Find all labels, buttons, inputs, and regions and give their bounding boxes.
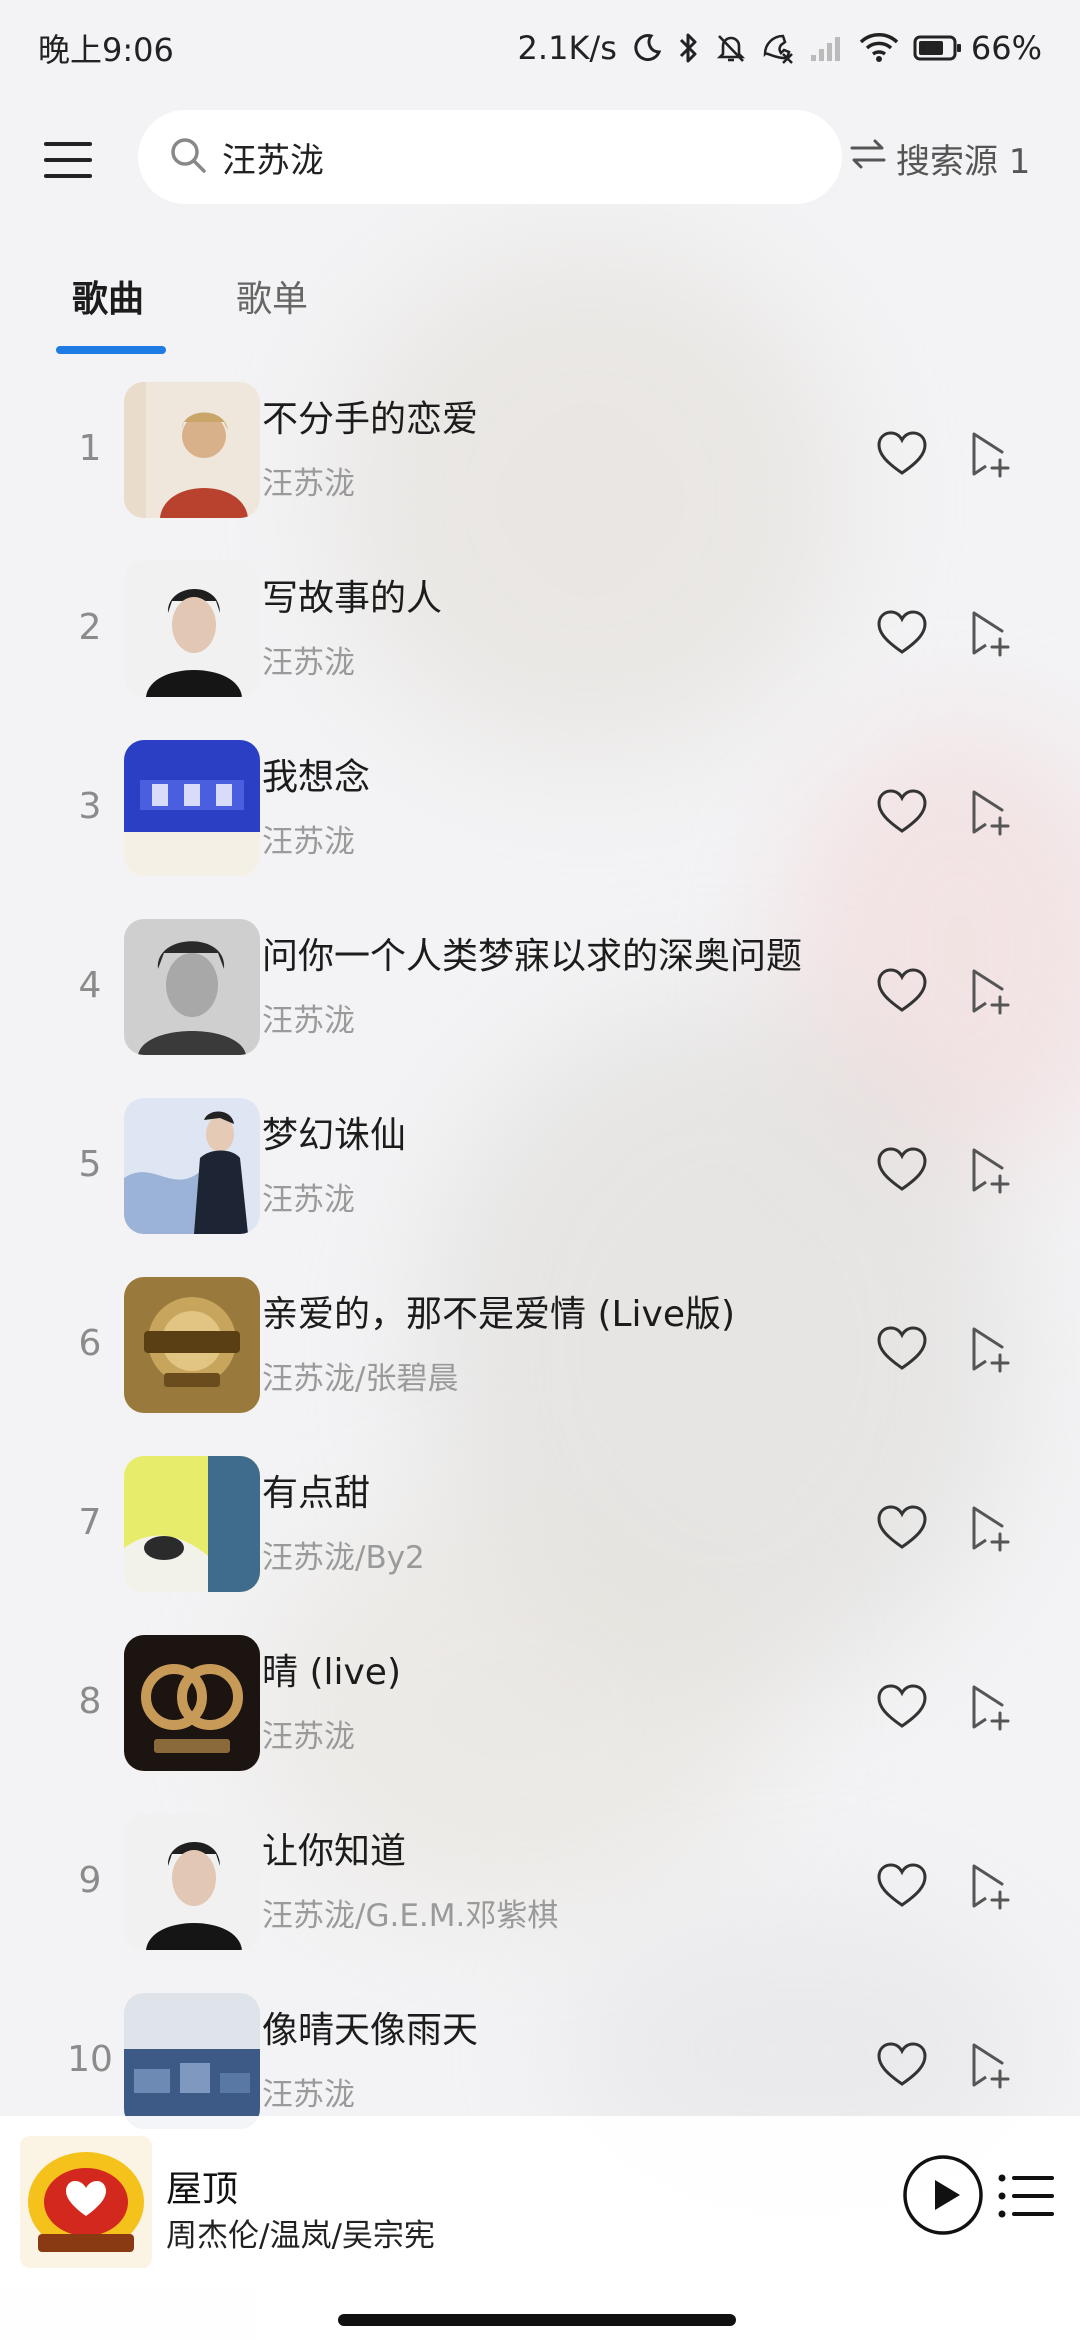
album-cover[interactable] [124,1277,260,1413]
search-header: 汪苏泷 搜索源 1 [0,96,1080,220]
heart-icon[interactable] [874,605,930,661]
add-to-playlist-icon[interactable] [962,1321,1018,1377]
menu-icon [44,142,92,146]
add-to-playlist-icon[interactable] [962,784,1018,840]
heart-icon[interactable] [874,1500,930,1556]
status-time: 晚上9:06 [38,31,174,69]
add-to-playlist-icon[interactable] [962,1500,1018,1556]
song-title: 写故事的人 [262,578,443,619]
add-to-playlist-icon[interactable] [962,1679,1018,1735]
song-title: 我想念 [262,757,371,798]
song-title: 让你知道 [262,1831,407,1872]
album-cover[interactable] [124,382,260,518]
song-title: 晴 (live) [262,1652,401,1693]
heart-icon[interactable] [874,1321,930,1377]
song-row[interactable]: 3 我想念 汪苏泷 [0,728,1080,907]
active-tab-indicator [56,346,166,354]
add-to-playlist-icon[interactable] [962,963,1018,1019]
search-query[interactable]: 汪苏泷 [222,133,324,182]
now-playing-artist: 周杰伦/温岚/吴宗宪 [166,2218,435,2254]
song-artist: 汪苏泷 [262,2077,355,2113]
song-row[interactable]: 7 有点甜 汪苏泷/By2 [0,1444,1080,1623]
heart-icon[interactable] [874,1858,930,1914]
song-row[interactable]: 9 让你知道 汪苏泷/G.E.M.邓紫棋 [0,1802,1080,1981]
result-tabs: 歌曲 歌单 [0,250,1080,360]
bluetooth-icon [677,31,701,65]
album-cover[interactable] [124,1456,260,1592]
song-artist: 汪苏泷 [262,1003,355,1039]
now-playing-cover[interactable] [20,2136,152,2268]
heart-icon[interactable] [874,1142,930,1198]
status-icons: 2.1K/s 66% [518,29,1042,67]
heart-icon[interactable] [874,1679,930,1735]
swap-icon [848,137,888,180]
song-row[interactable]: 1 不分手的恋爱 汪苏泷 [0,370,1080,549]
search-input[interactable]: 汪苏泷 [138,110,842,204]
song-title: 不分手的恋爱 [262,399,479,440]
home-indicator[interactable] [338,2314,736,2326]
song-title: 亲爱的，那不是爱情 (Live版) [262,1294,736,1335]
album-cover[interactable] [124,1993,260,2129]
status-bar: 晚上9:06 2.1K/s 66% [0,0,1080,96]
search-source-button[interactable]: 搜索源 1 [848,126,1030,190]
battery-percent: 66% [970,29,1042,67]
song-artist: 汪苏泷 [262,1182,355,1218]
add-to-playlist-icon[interactable] [962,1858,1018,1914]
song-artist: 汪苏泷 [262,645,355,681]
search-source-label: 搜索源 1 [896,141,1031,182]
mini-player[interactable]: 屋顶 周杰伦/温岚/吴宗宪 [0,2116,1080,2340]
song-row[interactable]: 8 晴 (live) 汪苏泷 [0,1623,1080,1802]
battery-indicator: 66% [913,29,1042,67]
wifi-icon [859,32,899,64]
tab-playlists[interactable]: 歌单 [236,270,308,322]
song-artist: 汪苏泷/By2 [262,1540,425,1576]
battery-icon [913,34,963,62]
album-cover[interactable] [124,740,260,876]
heart-icon[interactable] [874,426,930,482]
song-title: 有点甜 [262,1473,371,1514]
song-title: 像晴天像雨天 [262,2010,479,2051]
heart-icon[interactable] [874,2037,930,2093]
bell-muted-icon [715,32,747,64]
tab-songs[interactable]: 歌曲 [72,270,144,322]
add-to-playlist-icon[interactable] [962,605,1018,661]
call-blocked-icon [761,32,795,64]
net-speed: 2.1K/s [517,29,617,67]
heart-icon[interactable] [874,963,930,1019]
song-artist: 汪苏泷/张碧晨 [262,1361,459,1397]
moon-icon [631,32,663,64]
song-row[interactable]: 5 梦幻诛仙 汪苏泷 [0,1086,1080,1265]
search-icon [168,135,208,179]
now-playing-title: 屋顶 [166,2169,239,2210]
album-cover[interactable] [124,919,260,1055]
song-row[interactable]: 6 亲爱的，那不是爱情 (Live版) 汪苏泷/张碧晨 [0,1265,1080,1444]
song-title: 问你一个人类梦寐以求的深奥问题 [262,936,803,977]
heart-icon[interactable] [874,784,930,840]
song-list: 1 不分手的恋爱 汪苏泷 2 写故事的人 汪苏泷 3 我想念 汪苏泷 4 问你一… [0,370,1080,2160]
song-row[interactable]: 2 写故事的人 汪苏泷 [0,549,1080,728]
song-artist: 汪苏泷 [262,1719,355,1755]
add-to-playlist-icon[interactable] [962,1142,1018,1198]
playlist-queue-icon[interactable] [996,2168,1056,2224]
song-title: 梦幻诛仙 [262,1115,407,1156]
song-artist: 汪苏泷 [262,466,355,502]
song-artist: 汪苏泷/G.E.M.邓紫棋 [262,1898,559,1934]
album-cover[interactable] [124,1814,260,1950]
play-icon[interactable] [902,2154,984,2236]
add-to-playlist-icon[interactable] [962,2037,1018,2093]
song-artist: 汪苏泷 [262,824,355,860]
menu-button[interactable] [40,138,96,182]
song-row[interactable]: 4 问你一个人类梦寐以求的深奥问题 汪苏泷 [0,907,1080,1086]
add-to-playlist-icon[interactable] [962,426,1018,482]
signal-icon [809,33,845,63]
album-cover[interactable] [124,561,260,697]
album-cover[interactable] [124,1098,260,1234]
album-cover[interactable] [124,1635,260,1771]
